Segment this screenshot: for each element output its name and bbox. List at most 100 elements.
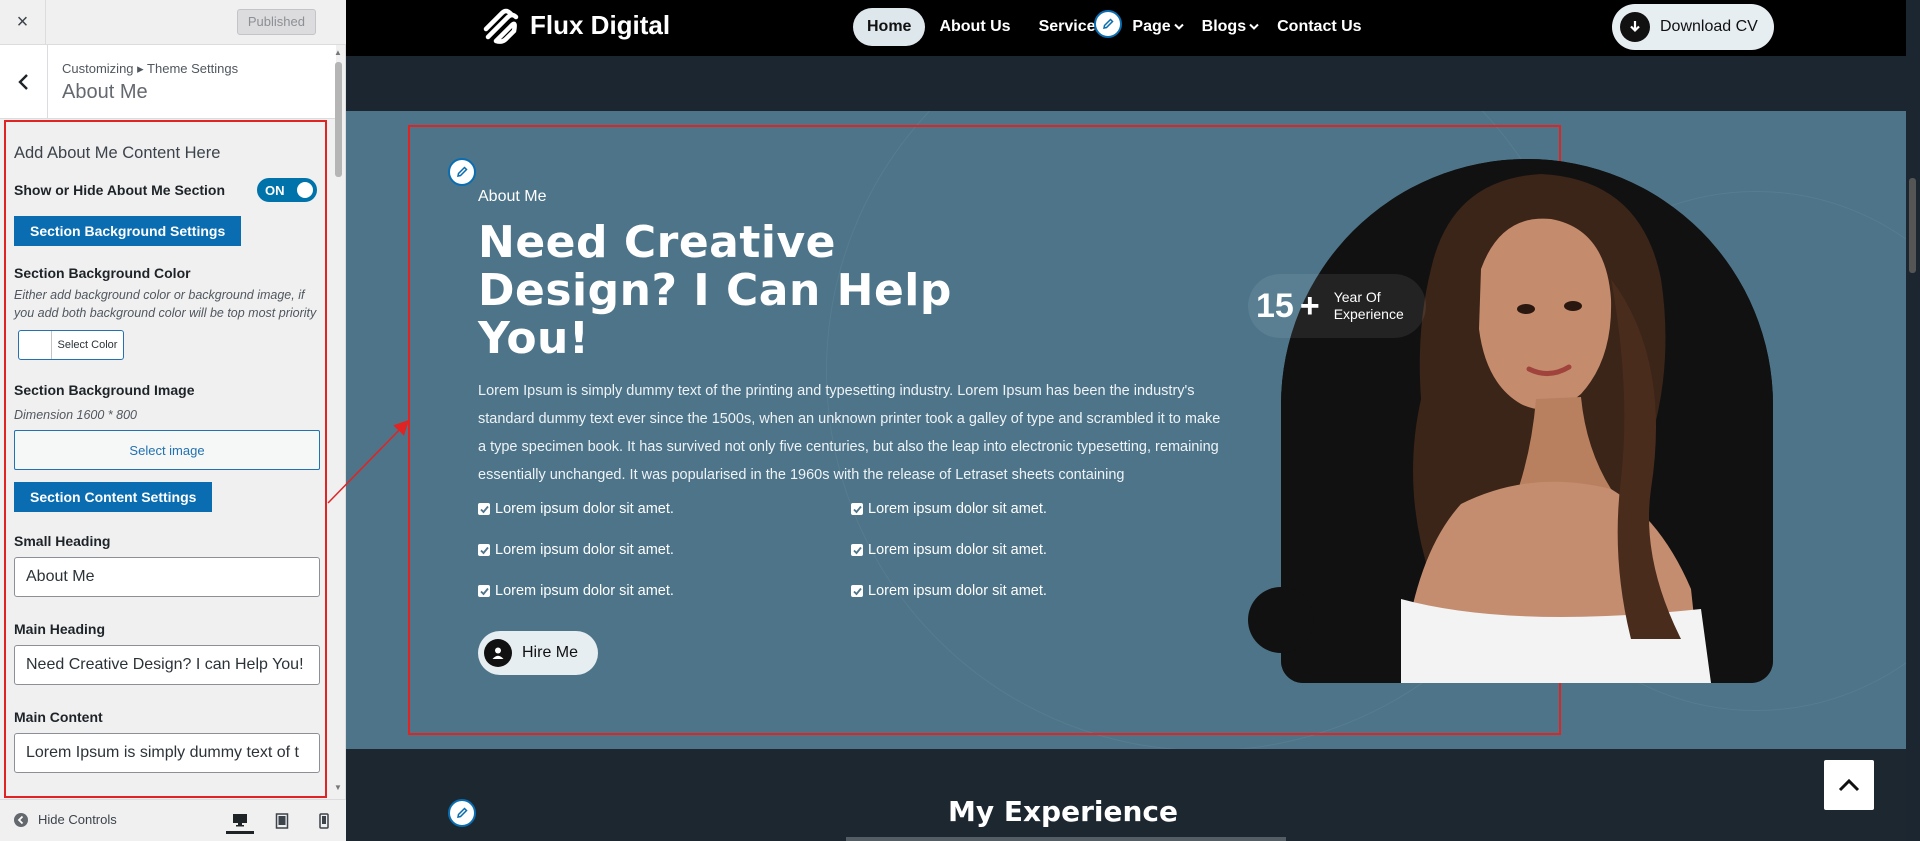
bg-color-label: Section Background Color <box>14 265 191 281</box>
edit-shortcut-nav[interactable] <box>1094 10 1122 38</box>
preview-tablet-button[interactable] <box>268 808 296 834</box>
list-item-text: Lorem ipsum dolor sit amet. <box>868 501 1047 517</box>
checkbox-icon <box>851 544 863 556</box>
nav-item-contact-us[interactable]: Contact Us <box>1263 8 1375 46</box>
tablet-icon <box>275 813 289 829</box>
experience-plus: + <box>1299 286 1320 325</box>
section-title: About Me <box>62 81 148 103</box>
logo-text: Flux Digital <box>530 9 671 40</box>
hide-controls-label: Hide Controls <box>38 812 117 827</box>
show-hide-label: Show or Hide About Me Section <box>14 182 226 198</box>
toggle-knob <box>297 182 313 198</box>
checkbox-icon <box>851 585 863 597</box>
decorative-circle <box>1248 587 1314 653</box>
checkbox-icon <box>478 544 490 556</box>
list-item-text: Lorem ipsum dolor sit amet. <box>868 583 1047 599</box>
list-item-text: Lorem ipsum dolor sit amet. <box>495 583 674 599</box>
about-small-heading: About Me <box>478 188 547 205</box>
experience-section: My Experience <box>346 749 1920 841</box>
scroll-up-icon[interactable]: ▲ <box>334 48 342 57</box>
checkbox-icon <box>478 503 490 515</box>
chevron-down-icon <box>1173 23 1184 30</box>
chevron-up-icon <box>1838 778 1860 792</box>
back-button[interactable] <box>0 45 48 119</box>
portrait-illustration <box>1281 159 1773 683</box>
about-me-section: About Me Need Creative Design? I Can Hel… <box>346 111 1920 749</box>
section-header: Customizing ▸ Theme Settings About Me <box>0 45 336 119</box>
pencil-icon <box>1103 18 1114 29</box>
scroll-down-icon[interactable]: ▼ <box>334 783 342 792</box>
site-header: Flux Digital Home About Us Services Page… <box>346 0 1920 56</box>
about-paragraph: Lorem Ipsum is simply dummy text of the … <box>478 383 1221 483</box>
download-cv-button[interactable]: Download CV <box>1612 4 1774 50</box>
preview-scrollbar[interactable] <box>1906 0 1920 841</box>
published-button[interactable]: Published <box>236 9 316 35</box>
experience-number-value: 15 <box>1256 286 1294 325</box>
show-hide-toggle[interactable]: ON <box>257 178 317 202</box>
collapse-icon <box>14 812 28 827</box>
panel-scrollbar-thumb[interactable] <box>335 62 342 177</box>
nav-item-home[interactable]: Home <box>853 8 926 46</box>
preview-scrollbar-thumb[interactable] <box>1909 178 1916 273</box>
select-color-label: Select Color <box>57 339 118 351</box>
experience-number: 15 + <box>1256 287 1320 326</box>
list-item: Lorem ipsum dolor sit amet. <box>851 500 1078 518</box>
customizer-sidebar: × Published Customizing ▸ Theme Settings… <box>0 0 346 841</box>
color-swatch <box>19 331 52 359</box>
logo-icon <box>483 8 519 44</box>
breadcrumb: Customizing ▸ Theme Settings <box>62 61 239 76</box>
customizer-topbar: × Published <box>0 0 346 45</box>
profile-photo <box>1281 159 1773 683</box>
experience-badge: 15 + Year Of Experience <box>1248 274 1426 338</box>
site-preview: Flux Digital Home About Us Services Page… <box>346 0 1920 841</box>
about-main-heading: Need Creative Design? I Can Help You! <box>478 217 952 364</box>
select-color-button[interactable]: Select Color <box>18 330 124 360</box>
experience-label: Year Of Experience <box>1333 289 1404 322</box>
site-logo[interactable]: Flux Digital <box>478 0 670 50</box>
bg-color-description: Either add background color or backgroun… <box>14 288 317 320</box>
main-heading-input[interactable]: Need Creative Design? I can Help You! <box>14 645 320 685</box>
preview-desktop-button[interactable] <box>226 808 254 834</box>
download-cv-label: Download CV <box>1660 18 1758 35</box>
list-item-text: Lorem ipsum dolor sit amet. <box>495 542 674 558</box>
small-heading-input[interactable]: About Me <box>14 557 320 597</box>
main-content-input[interactable]: Lorem Ipsum is simply dummy text of t <box>14 733 320 773</box>
close-customizer-button[interactable]: × <box>0 0 46 45</box>
experience-subtitle-clipped <box>846 837 1286 841</box>
hide-controls-button[interactable]: Hide Controls <box>14 812 117 827</box>
bg-image-description: Dimension 1600 * 800 <box>14 408 137 422</box>
section-divider <box>346 56 1920 111</box>
checkbox-icon <box>851 503 863 515</box>
mobile-icon <box>319 813 329 829</box>
pencil-icon <box>457 166 468 177</box>
list-item: Lorem ipsum dolor sit amet. <box>478 582 851 600</box>
show-hide-row: Show or Hide About Me Section ON <box>14 178 317 202</box>
download-icon <box>1620 12 1650 42</box>
back-to-top-button[interactable] <box>1824 760 1874 810</box>
nav-item-about-us[interactable]: About Us <box>925 8 1024 46</box>
desktop-icon <box>233 813 247 826</box>
section-background-settings-button[interactable]: Section Background Settings <box>14 216 242 246</box>
section-content-settings-button[interactable]: Section Content Settings <box>14 482 213 512</box>
preview-mobile-button[interactable] <box>310 808 338 834</box>
list-item: Lorem ipsum dolor sit amet. <box>851 582 1078 600</box>
hire-me-button[interactable]: Hire Me <box>478 631 598 675</box>
main-content-label: Main Content <box>14 709 103 725</box>
select-image-button[interactable]: Select image <box>14 430 320 470</box>
bg-image-label: Section Background Image <box>14 382 195 398</box>
list-item-text: Lorem ipsum dolor sit amet. <box>495 501 674 517</box>
edit-shortcut-about[interactable] <box>448 158 476 186</box>
main-heading-label: Main Heading <box>14 621 106 637</box>
checkbox-icon <box>478 585 490 597</box>
list-item: Lorem ipsum dolor sit amet. <box>478 500 851 518</box>
customizer-footer: Hide Controls <box>0 799 346 841</box>
about-checklist: Lorem ipsum dolor sit amet. Lorem ipsum … <box>478 500 1078 600</box>
nav-item-page[interactable]: Page <box>1118 8 1187 46</box>
panel-heading: Add About Me Content Here <box>14 144 221 162</box>
nav-item-blogs-label: Blogs <box>1201 18 1247 35</box>
list-item-text: Lorem ipsum dolor sit amet. <box>868 542 1047 558</box>
nav-item-page-label: Page <box>1132 18 1171 35</box>
experience-title: My Experience <box>947 795 1178 828</box>
nav-item-blogs[interactable]: Blogs <box>1188 8 1263 46</box>
chevron-down-icon <box>1249 23 1259 30</box>
